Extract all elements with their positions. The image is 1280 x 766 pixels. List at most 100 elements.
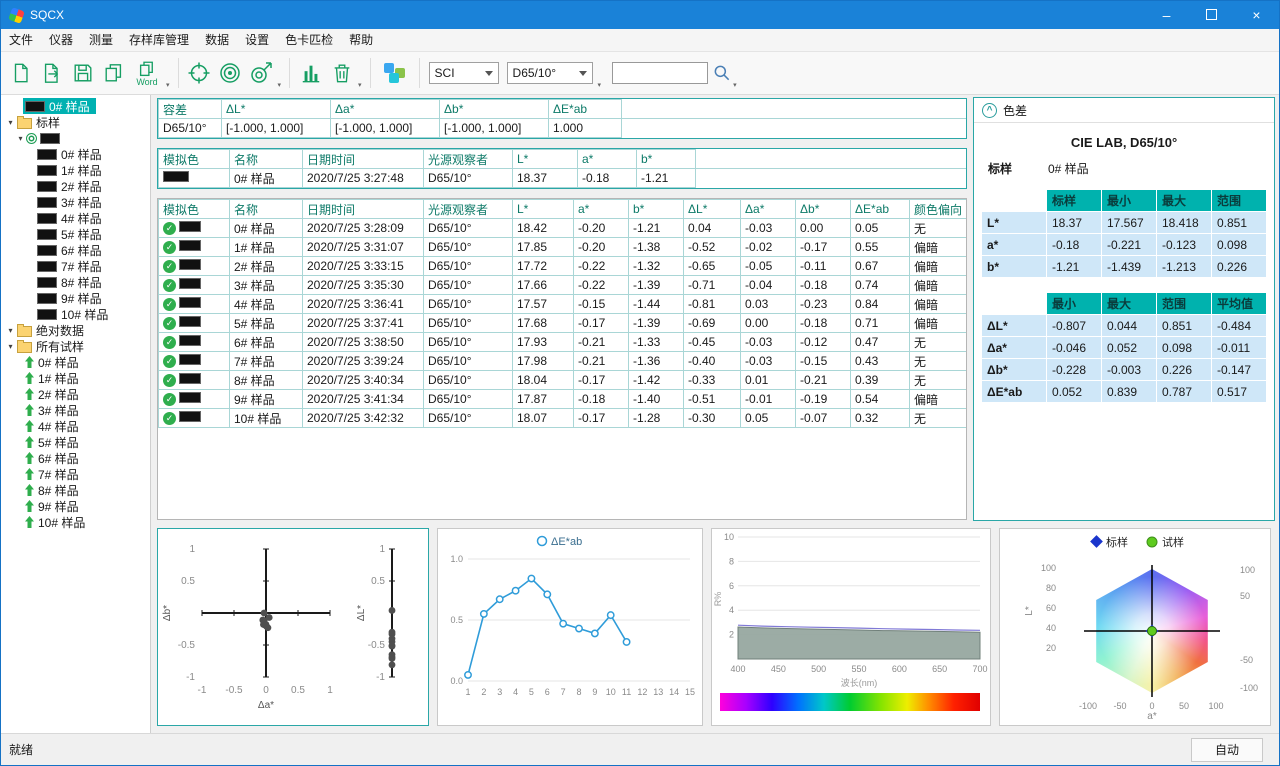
menu-item-3[interactable]: 存样库管理 <box>121 29 197 51</box>
sample-col-header: a* <box>574 200 629 219</box>
measure-button[interactable] <box>247 55 276 91</box>
expander-icon[interactable]: ▾ <box>15 134 26 143</box>
menu-item-6[interactable]: 色卡匹检 <box>277 29 341 51</box>
sample-row-10[interactable]: ✓10# 样品2020/7/25 3:42:32D65/10°18.07-0.1… <box>159 409 968 428</box>
menu-item-5[interactable]: 设置 <box>237 29 277 51</box>
collapse-chevron-icon[interactable]: ^ <box>982 103 997 118</box>
tree-item-trial-10[interactable]: 10# 样品 <box>3 514 150 530</box>
sample-row-8[interactable]: ✓8# 样品2020/7/25 3:40:34D65/10°18.04-0.17… <box>159 371 968 390</box>
tree-item-trial-3[interactable]: 3# 样品 <box>3 402 150 418</box>
pass-check-icon: ✓ <box>163 317 176 330</box>
tree-item-standard-1[interactable]: 1# 样品 <box>3 162 150 178</box>
tree-item-standard-4[interactable]: 4# 样品 <box>3 210 150 226</box>
expander-icon[interactable]: ▾ <box>5 326 16 335</box>
delete-button[interactable] <box>327 55 356 91</box>
tree-folder-all-trials[interactable]: ▾所有试样 <box>3 338 150 354</box>
tree-item-trial-0[interactable]: 0# 样品 <box>3 354 150 370</box>
copy-to-word-button[interactable]: Word <box>130 55 164 91</box>
sample-row-3[interactable]: ✓3# 样品2020/7/25 3:35:30D65/10°17.66-0.22… <box>159 276 968 295</box>
menu-item-4[interactable]: 数据 <box>197 29 237 51</box>
folder-icon <box>17 118 32 129</box>
tree-item-standard-10[interactable]: 10# 样品 <box>3 306 150 322</box>
tree-item-standard-3[interactable]: 3# 样品 <box>3 194 150 210</box>
new-document-button[interactable] <box>6 55 35 91</box>
svg-text:-50: -50 <box>1240 655 1253 665</box>
search-icon[interactable] <box>712 63 732 83</box>
maximize-button[interactable] <box>1189 1 1234 29</box>
calibrate-target-button[interactable] <box>185 55 214 91</box>
export-button[interactable] <box>37 55 66 91</box>
tolerance-col-header: Δb* <box>440 100 549 119</box>
calibrate-rings-button[interactable] <box>216 55 245 91</box>
tree-item-trial-6[interactable]: 6# 样品 <box>3 450 150 466</box>
tolerance-row[interactable]: D65/10°[-1.000, 1.000][-1.000, 1.000][-1… <box>159 119 967 138</box>
tree-item-standard-2[interactable]: 2# 样品 <box>3 178 150 194</box>
menu-item-1[interactable]: 仪器 <box>41 29 81 51</box>
svg-text:100: 100 <box>1208 701 1223 711</box>
toolbar-overflow-icon[interactable]: ▾ <box>166 81 170 89</box>
menu-item-7[interactable]: 帮助 <box>341 29 381 51</box>
tree-item-standard-0[interactable]: 0# 样品 <box>3 146 150 162</box>
save-button[interactable] <box>68 55 97 91</box>
sample-row-6[interactable]: ✓6# 样品2020/7/25 3:38:50D65/10°17.93-0.21… <box>159 333 968 352</box>
tree-item-trial-2[interactable]: 2# 样品 <box>3 386 150 402</box>
tree-item-standard-7[interactable]: 7# 样品 <box>3 258 150 274</box>
toolbar-overflow-icon[interactable]: ▾ <box>733 81 737 89</box>
tolerance-table-wrap: 容差ΔL*Δa*Δb*ΔE*abD65/10°[-1.000, 1.000][-… <box>157 98 967 139</box>
menu-item-0[interactable]: 文件 <box>1 29 41 51</box>
tree-item-standard-6[interactable]: 6# 样品 <box>3 242 150 258</box>
sample-row-7[interactable]: ✓7# 样品2020/7/25 3:39:24D65/10°17.98-0.21… <box>159 352 968 371</box>
tree-item-trial-7[interactable]: 7# 样品 <box>3 466 150 482</box>
menu-item-2[interactable]: 测量 <box>81 29 121 51</box>
svg-text:a*: a* <box>1147 711 1157 721</box>
tree-folder-absolute-data[interactable]: ▾绝对数据 <box>3 322 150 338</box>
sample-row-1[interactable]: ✓1# 样品2020/7/25 3:31:07D65/10°17.85-0.20… <box>159 238 968 257</box>
copy-button[interactable] <box>99 55 128 91</box>
rp-col-header: 范围 <box>1212 190 1266 211</box>
close-button[interactable]: × <box>1234 1 1279 29</box>
minimize-button[interactable]: – <box>1144 1 1189 29</box>
color-swatch <box>37 309 57 320</box>
sample-row-4[interactable]: ✓4# 样品2020/7/25 3:36:41D65/10°17.57-0.15… <box>159 295 968 314</box>
illuminant-select[interactable]: D65/10° <box>507 62 593 84</box>
tree-item-trial-1[interactable]: 1# 样品 <box>3 370 150 386</box>
status-text: 就绪 <box>9 741 33 758</box>
toolbar-overflow-icon[interactable]: ▾ <box>278 81 282 89</box>
svg-text:2: 2 <box>481 687 486 697</box>
tree-item-standard-8[interactable]: 8# 样品 <box>3 274 150 290</box>
tree-item-trial-4[interactable]: 4# 样品 <box>3 418 150 434</box>
tree-item-trial-8[interactable]: 8# 样品 <box>3 482 150 498</box>
tree-folder-standards[interactable]: ▾标样 <box>3 114 150 130</box>
tree-node-standard[interactable]: ▾ <box>3 130 150 146</box>
toolbar-overflow-icon[interactable]: ▾ <box>598 81 602 89</box>
sci-select[interactable]: SCI <box>429 62 499 84</box>
svg-text:0: 0 <box>1149 701 1154 711</box>
sample-row-5[interactable]: ✓5# 样品2020/7/25 3:37:41D65/10°17.68-0.17… <box>159 314 968 333</box>
app-logo-icon <box>8 7 25 24</box>
expander-icon[interactable]: ▾ <box>5 342 16 351</box>
standard-name-row: 标样 0# 样品 <box>974 160 1274 177</box>
svg-text:9: 9 <box>592 687 597 697</box>
tree-item-trial-5[interactable]: 5# 样品 <box>3 434 150 450</box>
search-input[interactable] <box>612 62 708 84</box>
sample-row-0[interactable]: ✓0# 样品2020/7/25 3:28:09D65/10°18.42-0.20… <box>159 219 968 238</box>
color-match-button[interactable] <box>377 55 413 91</box>
tree-item-standard-5[interactable]: 5# 样品 <box>3 226 150 242</box>
color-swatch <box>179 335 201 346</box>
sample-col-header: 颜色偏向 <box>910 200 968 219</box>
chart-button[interactable] <box>296 55 325 91</box>
up-arrow-icon <box>25 404 34 416</box>
tree-item-standard-9[interactable]: 9# 样品 <box>3 290 150 306</box>
expander-icon[interactable]: ▾ <box>5 118 16 127</box>
auto-mode-indicator[interactable]: 自动 <box>1191 738 1263 762</box>
sample-row-9[interactable]: ✓9# 样品2020/7/25 3:41:34D65/10°17.87-0.18… <box>159 390 968 409</box>
tree-item-current-sample[interactable]: 0# 样品 <box>23 98 96 114</box>
svg-text:20: 20 <box>1046 643 1056 653</box>
bar-chart-icon <box>300 62 322 84</box>
tree-item-trial-9[interactable]: 9# 样品 <box>3 498 150 514</box>
menu-bar: 文件仪器测量存样库管理数据设置色卡匹检帮助 <box>1 29 1279 52</box>
standard-col-header: L* <box>513 150 578 169</box>
standard-row[interactable]: 0# 样品2020/7/25 3:27:48D65/10°18.37-0.18-… <box>159 169 967 188</box>
toolbar-overflow-icon[interactable]: ▾ <box>358 81 362 89</box>
sample-row-2[interactable]: ✓2# 样品2020/7/25 3:33:15D65/10°17.72-0.22… <box>159 257 968 276</box>
